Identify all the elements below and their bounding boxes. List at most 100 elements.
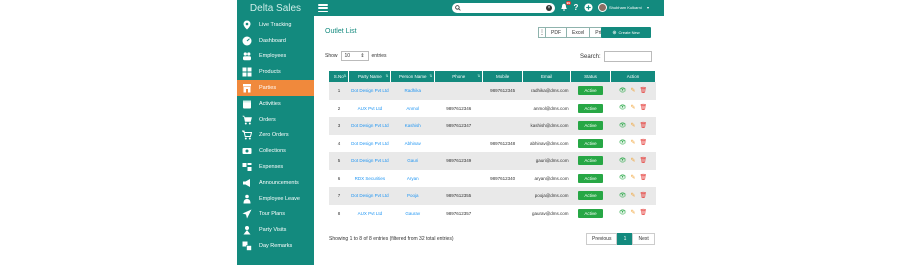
cell-person-name[interactable]: Pooja [391, 187, 435, 205]
cell-person-name[interactable]: Gauri [391, 152, 435, 170]
cell-phone [435, 135, 483, 153]
sidebar-item-zero-orders[interactable]: Zero Orders [237, 128, 314, 144]
status-badge[interactable]: Active [578, 208, 603, 218]
cell-person-name[interactable]: Radhika [391, 82, 435, 100]
leave-icon [241, 193, 253, 204]
column-header-email[interactable]: Email [522, 71, 572, 82]
delete-trash-icon[interactable]: 🗑 [640, 88, 648, 94]
sidebar-item-label: Zero Orders [259, 132, 289, 139]
sidebar-item-products[interactable]: Products [237, 64, 314, 80]
edit-pencil-icon[interactable]: ✎ [630, 105, 635, 111]
cell-party-name[interactable]: Dot Design Pvt Ltd [349, 117, 391, 135]
sidebar-item-employees[interactable]: Employees [237, 49, 314, 65]
sidebar-item-label: Activities [259, 100, 281, 107]
cell-party-name[interactable]: AUX Pvt Ltd [349, 100, 391, 118]
sidebar-item-expenses[interactable]: Expenses [237, 159, 314, 175]
cell-person-name[interactable]: Aryan [391, 170, 435, 188]
view-eye-icon[interactable]: 👁 [619, 193, 627, 199]
cell-party-name[interactable]: Dot Design Pvt Ltd [349, 135, 391, 153]
sidebar-item-live-tracking[interactable]: Live Tracking [237, 17, 314, 33]
column-header-mobile[interactable]: Mobile [482, 71, 524, 82]
cell-party-name[interactable]: Dot Design Pvt Ltd [349, 82, 391, 100]
status-badge[interactable]: Active [578, 103, 603, 113]
delete-trash-icon[interactable]: 🗑 [640, 123, 648, 129]
status-badge[interactable]: Active [578, 121, 603, 131]
view-eye-icon[interactable]: 👁 [619, 105, 627, 111]
edit-pencil-icon[interactable]: ✎ [630, 158, 635, 164]
next-page-button[interactable]: Next [632, 233, 655, 245]
sidebar-item-employee-leave[interactable]: Employee Leave [237, 191, 314, 207]
page-1-button[interactable]: 1 [617, 233, 633, 245]
column-header-person-name[interactable]: Person Name ⇅ [390, 71, 436, 82]
view-eye-icon[interactable]: 👁 [619, 88, 627, 94]
edit-pencil-icon[interactable]: ✎ [630, 88, 635, 94]
view-eye-icon[interactable]: 👁 [619, 140, 627, 146]
cell-party-name[interactable]: Dot Design Pvt Ltd [349, 152, 391, 170]
delete-trash-icon[interactable]: 🗑 [640, 140, 648, 146]
cell-person-name[interactable]: Abhinav [391, 135, 435, 153]
clear-search-icon[interactable]: × [546, 5, 552, 11]
column-header-phone[interactable]: Phone ⇅ [434, 71, 484, 82]
cell-person-name[interactable]: Kashish [391, 117, 435, 135]
column-header-action[interactable]: Action [610, 71, 656, 82]
add-circle-icon[interactable] [583, 2, 593, 12]
column-header-s-no[interactable]: S.No ⇅ [329, 71, 350, 82]
sidebar-item-parties[interactable]: Parties [237, 80, 314, 96]
status-badge[interactable]: Active [578, 191, 603, 201]
sidebar-item-label: Products [259, 69, 281, 76]
view-eye-icon[interactable]: 👁 [619, 210, 627, 216]
previous-page-button[interactable]: Previous [586, 233, 618, 245]
delete-trash-icon[interactable]: 🗑 [640, 193, 648, 199]
help-icon[interactable]: ? [571, 2, 581, 12]
column-header-party-name[interactable]: Party Name ⇅ [348, 71, 392, 82]
sidebar-item-day-remarks[interactable]: Day Remarks [237, 238, 314, 254]
edit-pencil-icon[interactable]: ✎ [630, 123, 635, 129]
view-eye-icon[interactable]: 👁 [619, 158, 627, 164]
sidebar-item-dashboard[interactable]: Dashboard [237, 33, 314, 49]
sidebar-item-activities[interactable]: Activities [237, 96, 314, 112]
sidebar-item-orders[interactable]: Orders [237, 112, 314, 128]
table-row: 2 AUX Pvt Ltd Anmol 9897612346 anmol@dms.com… [329, 99, 656, 118]
cell-party-name[interactable]: Dot Design Pvt Ltd [349, 187, 391, 205]
delete-trash-icon[interactable]: 🗑 [640, 105, 648, 111]
page-length-select[interactable]: 10 ⇕ [340, 51, 369, 61]
sidebar-item-tour-plans[interactable]: Tour Plans [237, 207, 314, 223]
status-badge[interactable]: Active [578, 156, 603, 166]
status-badge[interactable]: Active [578, 86, 603, 96]
hamburger-menu-icon[interactable] [318, 4, 328, 12]
edit-pencil-icon[interactable]: ✎ [630, 210, 635, 216]
notification-bell-icon[interactable]: 99 [559, 1, 571, 12]
edit-pencil-icon[interactable]: ✎ [630, 193, 635, 199]
create-new-button[interactable]: ⊕ Create New [601, 27, 651, 38]
cell-phone: 9897612349 [446, 158, 472, 164]
status-badge[interactable]: Active [578, 173, 603, 183]
global-search-input[interactable] [461, 4, 546, 12]
delete-trash-icon[interactable]: 🗑 [640, 158, 648, 164]
cell-party-name[interactable]: AUX Pvt Ltd [349, 205, 391, 223]
view-eye-icon[interactable]: 👁 [619, 175, 627, 181]
edit-pencil-icon[interactable]: ✎ [630, 140, 635, 146]
cell-actions: 👁 ✎ 🗑 [611, 187, 656, 205]
cell-party-name[interactable]: RDX Securities [349, 170, 391, 188]
edit-pencil-icon[interactable]: ✎ [630, 175, 635, 181]
delete-trash-icon[interactable]: 🗑 [640, 210, 648, 216]
status-badge[interactable]: Active [578, 138, 603, 148]
sidebar-item-announcements[interactable]: Announcements [237, 175, 314, 191]
brand-logo[interactable]: Delta Sales [237, 0, 314, 16]
excel-button[interactable]: Excel [567, 27, 591, 38]
cell-person-name[interactable]: Gaurav [391, 205, 435, 223]
column-header-status[interactable]: Status [570, 71, 611, 82]
view-eye-icon[interactable]: 👁 [619, 123, 627, 129]
sidebar-item-collections[interactable]: Collections [237, 143, 314, 159]
cell-actions: 👁 ✎ 🗑 [611, 82, 656, 100]
column-visibility-icon[interactable]: ⋮ [538, 27, 546, 38]
cell-person-name[interactable]: Anmol [391, 100, 435, 118]
user-menu[interactable]: Shubham Kulkarni ▾ [598, 2, 649, 12]
delete-trash-icon[interactable]: 🗑 [640, 175, 648, 181]
sidebar-item-party-visits[interactable]: Party Visits [237, 222, 314, 238]
table-search-input[interactable] [603, 51, 652, 62]
column-header-label: Mobile [495, 74, 510, 79]
pagination: Previous 1 Next [586, 233, 655, 245]
sidebar-item-label: Announcements [259, 179, 299, 186]
pdf-button[interactable]: PDF [546, 27, 567, 38]
